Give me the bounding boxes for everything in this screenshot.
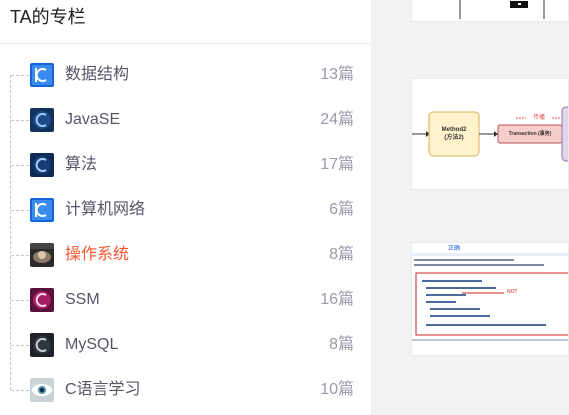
column-item-computer-network[interactable]: 计算机网络 6篇 xyxy=(0,188,371,233)
column-item-label: C语言学习 xyxy=(65,381,141,398)
column-item-count: 6篇 xyxy=(329,201,354,218)
column-item-data-structures[interactable]: 数据结构 13篇 xyxy=(0,53,371,98)
tree-branch xyxy=(11,255,29,256)
column-item-c-language[interactable]: C语言学习 10篇 xyxy=(0,368,371,413)
diagram-node-label: Method2 xyxy=(441,127,467,133)
tree-branch xyxy=(11,210,29,211)
article-thumbnail[interactable] xyxy=(411,0,569,22)
article-thumbnail[interactable]: 正确 NOT xyxy=(411,242,569,356)
column-item-javase[interactable]: JavaSE 24篇 xyxy=(0,98,371,143)
column-item-label: JavaSE xyxy=(65,111,121,128)
column-item-count: 10篇 xyxy=(320,381,354,398)
column-thumb-icon xyxy=(30,378,54,402)
column-thumb-icon xyxy=(30,288,54,312)
tree-branch xyxy=(11,165,29,166)
column-item-label: 算法 xyxy=(65,156,98,173)
tree-branch xyxy=(11,390,29,391)
column-item-algorithms[interactable]: 算法 17篇 xyxy=(0,143,371,188)
diagram-node-label: (方法2) xyxy=(444,135,464,141)
column-item-count: 13篇 xyxy=(320,66,354,83)
tree-branch xyxy=(11,345,29,346)
column-list-title: TA的专栏 xyxy=(10,7,86,27)
column-item-operating-systems[interactable]: 操作系统 8篇 xyxy=(0,233,371,278)
article-feed: Method2 (方法2) 传播 Transaction (事务) 正确 NOT xyxy=(384,0,569,415)
column-item-label: 计算机网络 xyxy=(65,201,146,218)
column-item-label: MySQL xyxy=(65,336,119,353)
code-card-note: NOT xyxy=(507,289,518,295)
column-item-count: 24篇 xyxy=(320,111,354,128)
column-item-label: 数据结构 xyxy=(65,66,130,83)
column-item-count: 8篇 xyxy=(329,246,354,263)
column-item-label: 操作系统 xyxy=(65,246,130,263)
column-item-ssm[interactable]: SSM 16篇 xyxy=(0,278,371,323)
column-item-count: 17篇 xyxy=(320,156,354,173)
column-thumb-icon xyxy=(30,153,54,177)
column-thumb-icon xyxy=(30,333,54,357)
diagram-node-label: Transaction (事务) xyxy=(508,131,552,137)
column-thumb-icon xyxy=(30,243,54,267)
divider xyxy=(0,43,371,44)
tree-branch xyxy=(11,120,29,121)
article-thumbnail-code xyxy=(412,243,568,355)
column-thumb-icon xyxy=(30,108,54,132)
column-list-panel: TA的专栏 数据结构 13篇 JavaSE 24篇 算法 17篇 计算机网络 6… xyxy=(0,0,371,415)
column-item-mysql[interactable]: MySQL 8篇 xyxy=(0,323,371,368)
code-card-badge: 正确 xyxy=(448,246,461,252)
diagram-arrow-label: 传播 xyxy=(532,115,545,121)
column-item-count: 16篇 xyxy=(320,291,354,308)
article-thumbnail-image xyxy=(412,0,568,21)
tree-branch xyxy=(11,300,29,301)
article-thumbnail[interactable]: Method2 (方法2) 传播 Transaction (事务) xyxy=(411,78,569,190)
tree-branch xyxy=(11,75,29,76)
column-item-count: 8篇 xyxy=(329,336,354,353)
column-thumb-icon xyxy=(30,63,54,87)
column-thumb-icon xyxy=(30,198,54,222)
column-item-label: SSM xyxy=(65,291,100,308)
